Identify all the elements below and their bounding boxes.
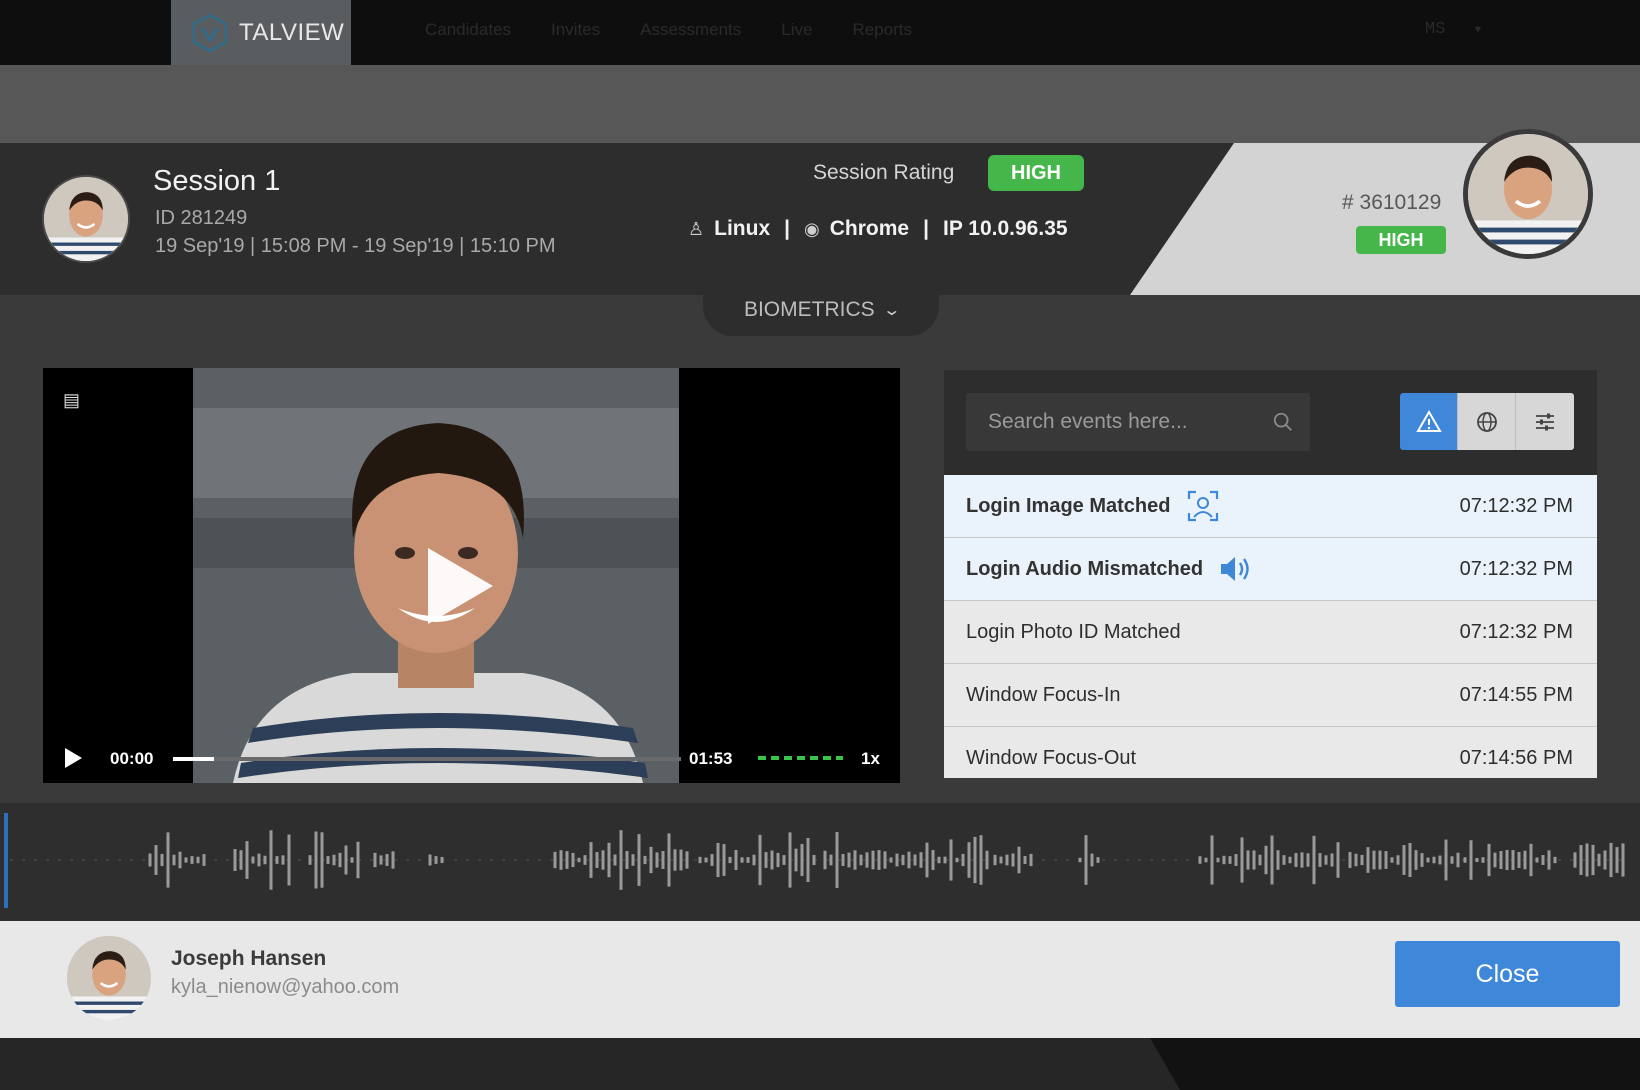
event-row-window-focus-out[interactable]: Window Focus-Out 07:14:56 PM xyxy=(944,727,1597,778)
seek-bar[interactable] xyxy=(173,757,681,761)
event-name: Window Focus-In xyxy=(966,683,1121,706)
event-name: Login Audio Mismatched xyxy=(966,557,1204,580)
system-info: ♙ Linux | ◉ Chrome | IP 10.0.96.35 xyxy=(688,217,1068,241)
event-name: Window Focus-Out xyxy=(966,746,1137,769)
browser-filter-button[interactable] xyxy=(1458,393,1516,450)
candidate-avatar xyxy=(1463,129,1593,259)
logo-text: TALVIEW xyxy=(239,18,345,46)
session-time-range: 19 Sep'19 | 15:08 PM - 19 Sep'19 | 15:10… xyxy=(155,235,556,257)
event-time: 07:12:32 PM xyxy=(1459,620,1573,643)
playback-speed[interactable]: 1x xyxy=(861,749,880,769)
event-row-login-image-matched[interactable]: Login Image Matched 07:12:32 PM xyxy=(944,475,1597,538)
top-navigation-bar: TALVIEW Candidates Invites Assessments L… xyxy=(0,0,1640,65)
close-button[interactable]: Close xyxy=(1395,941,1620,1007)
candidate-footer: Joseph Hansen kyla_nienow@yahoo.com Clos… xyxy=(0,921,1640,1038)
event-time: 07:12:32 PM xyxy=(1459,494,1573,517)
event-time: 07:12:32 PM xyxy=(1459,557,1573,580)
session-avatar xyxy=(42,175,130,263)
separator: | xyxy=(923,217,929,240)
event-name: Login Photo ID Matched xyxy=(966,620,1181,643)
settings-filter-button[interactable] xyxy=(1516,393,1574,450)
globe-icon xyxy=(1476,411,1497,432)
page-bottom-strip xyxy=(0,1038,1640,1090)
candidate-email: kyla_nienow@yahoo.com xyxy=(171,976,400,998)
event-row-login-audio-mismatched[interactable]: Login Audio Mismatched 07:12:32 PM xyxy=(944,538,1597,601)
modal-backdrop-band xyxy=(0,65,1640,143)
event-row-window-focus-in[interactable]: Window Focus-In 07:14:55 PM xyxy=(944,664,1597,727)
separator: | xyxy=(784,217,791,240)
session-title: Session 1 xyxy=(153,165,281,197)
current-time: 00:00 xyxy=(110,749,154,768)
nav-menu: Candidates Invites Assessments Live Repo… xyxy=(425,20,912,40)
alert-filter-button[interactable] xyxy=(1400,393,1458,450)
session-rating-badge: HIGH xyxy=(988,155,1084,191)
video-player[interactable]: ▤ 00:00 01:53 1x xyxy=(43,368,900,783)
person-photo-icon xyxy=(1468,134,1588,254)
event-time: 07:14:55 PM xyxy=(1459,683,1573,706)
session-header: Session 1 ID 281249 19 Sep'19 | 15:08 PM… xyxy=(0,129,1640,295)
search-icon[interactable] xyxy=(1272,411,1294,433)
chrome-icon: ◉ xyxy=(804,218,820,239)
candidate-name: Joseph Hansen xyxy=(171,947,327,970)
candidate-footer-avatar xyxy=(64,933,154,1023)
proctoring-session-modal: TALVIEW Candidates Invites Assessments L… xyxy=(0,0,1640,1090)
session-id: ID 281249 xyxy=(155,207,248,229)
biometrics-toggle[interactable]: BIOMETRICS ⌄ xyxy=(703,284,939,336)
chevron-down-icon[interactable]: ▾ xyxy=(1475,22,1481,36)
biometrics-label: BIOMETRICS xyxy=(743,298,875,321)
play-overlay-icon[interactable] xyxy=(428,548,493,624)
talview-logo[interactable]: TALVIEW xyxy=(171,0,351,65)
nav-item-live[interactable]: Live xyxy=(781,20,812,40)
nav-item-assessments[interactable]: Assessments xyxy=(640,20,741,40)
chevron-down-icon: ⌄ xyxy=(881,302,901,319)
event-search-box[interactable] xyxy=(966,393,1310,451)
volume-indicator[interactable] xyxy=(758,756,843,760)
duration: 01:53 xyxy=(689,749,733,768)
session-rating-label: Session Rating xyxy=(813,161,955,184)
seek-bar-progress xyxy=(173,757,214,761)
nav-item-reports[interactable]: Reports xyxy=(852,20,912,40)
warning-icon xyxy=(1415,409,1442,432)
ip-address: IP 10.0.96.35 xyxy=(943,217,1068,240)
nav-item-candidates[interactable]: Candidates xyxy=(425,20,511,40)
play-icon[interactable] xyxy=(65,748,82,768)
event-list: Login Image Matched 07:12:32 PM Login Au… xyxy=(944,475,1597,778)
nav-item-invites[interactable]: Invites xyxy=(551,20,600,40)
os-name: Linux xyxy=(714,217,771,240)
audio-waveform[interactable] xyxy=(0,803,1640,921)
sliders-icon xyxy=(1536,413,1554,430)
browser-name: Chrome xyxy=(829,217,910,240)
candidate-number: # 3610129 xyxy=(1342,191,1442,214)
waveform-playhead[interactable] xyxy=(4,813,8,908)
person-photo-icon xyxy=(44,177,128,261)
cast-icon[interactable]: ▤ xyxy=(63,390,80,411)
event-time: 07:14:56 PM xyxy=(1459,746,1573,769)
talview-logo-icon xyxy=(192,13,228,52)
linux-icon: ♙ xyxy=(688,218,705,239)
waveform-graphic xyxy=(10,830,1630,890)
page-bottom-strip-shade xyxy=(1150,1038,1640,1090)
events-panel: Login Image Matched 07:12:32 PM Login Au… xyxy=(944,370,1597,778)
event-row-login-photo-id-matched[interactable]: Login Photo ID Matched 07:12:32 PM xyxy=(944,601,1597,664)
candidate-rating-badge: HIGH xyxy=(1356,226,1446,254)
user-menu-initials[interactable]: MS xyxy=(1425,20,1445,39)
event-search-input[interactable] xyxy=(966,393,1310,451)
person-photo-icon xyxy=(67,936,151,1020)
event-name: Login Image Matched xyxy=(966,494,1171,517)
event-filter-group xyxy=(1400,393,1574,450)
speaker-icon xyxy=(1219,554,1255,584)
face-scan-icon xyxy=(1186,489,1220,523)
